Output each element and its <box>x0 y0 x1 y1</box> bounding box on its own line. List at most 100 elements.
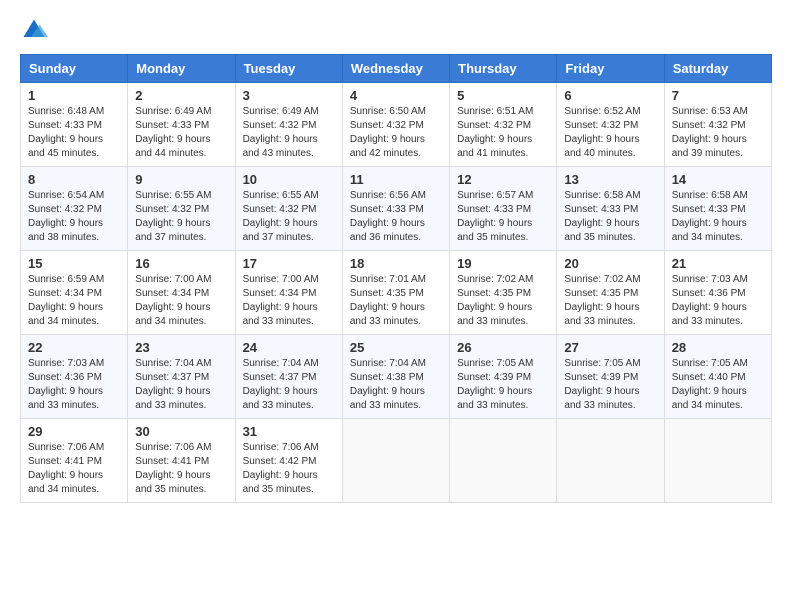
sunset-label: Sunset: 4:37 PM <box>243 372 317 383</box>
calendar-cell: 2 Sunrise: 6:49 AM Sunset: 4:33 PM Dayli… <box>128 83 235 167</box>
day-info: Sunrise: 6:49 AM Sunset: 4:32 PM Dayligh… <box>243 105 335 161</box>
day-info: Sunrise: 7:05 AM Sunset: 4:40 PM Dayligh… <box>672 357 764 413</box>
day-number: 25 <box>350 340 442 355</box>
day-info: Sunrise: 6:50 AM Sunset: 4:32 PM Dayligh… <box>350 105 442 161</box>
daylight-label: Daylight: 9 hours and 33 minutes. <box>457 386 532 411</box>
calendar-cell: 12 Sunrise: 6:57 AM Sunset: 4:33 PM Dayl… <box>450 167 557 251</box>
week-row-3: 15 Sunrise: 6:59 AM Sunset: 4:34 PM Dayl… <box>21 251 772 335</box>
day-number: 29 <box>28 424 120 439</box>
daylight-label: Daylight: 9 hours and 33 minutes. <box>564 386 639 411</box>
day-info: Sunrise: 6:55 AM Sunset: 4:32 PM Dayligh… <box>135 189 227 245</box>
sunset-label: Sunset: 4:32 PM <box>135 204 209 215</box>
calendar-cell: 13 Sunrise: 6:58 AM Sunset: 4:33 PM Dayl… <box>557 167 664 251</box>
sunset-label: Sunset: 4:34 PM <box>28 288 102 299</box>
daylight-label: Daylight: 9 hours and 33 minutes. <box>350 386 425 411</box>
day-number: 21 <box>672 256 764 271</box>
sunrise-label: Sunrise: 6:57 AM <box>457 190 533 201</box>
day-number: 23 <box>135 340 227 355</box>
day-number: 11 <box>350 172 442 187</box>
day-number: 1 <box>28 88 120 103</box>
daylight-label: Daylight: 9 hours and 35 minutes. <box>243 470 318 495</box>
header-friday: Friday <box>557 55 664 83</box>
sunrise-label: Sunrise: 7:03 AM <box>28 358 104 369</box>
calendar-cell: 11 Sunrise: 6:56 AM Sunset: 4:33 PM Dayl… <box>342 167 449 251</box>
daylight-label: Daylight: 9 hours and 44 minutes. <box>135 134 210 159</box>
daylight-label: Daylight: 9 hours and 33 minutes. <box>243 386 318 411</box>
sunset-label: Sunset: 4:39 PM <box>564 372 638 383</box>
sunset-label: Sunset: 4:35 PM <box>564 288 638 299</box>
sunset-label: Sunset: 4:32 PM <box>350 120 424 131</box>
sunrise-label: Sunrise: 7:05 AM <box>564 358 640 369</box>
day-number: 19 <box>457 256 549 271</box>
day-info: Sunrise: 7:06 AM Sunset: 4:41 PM Dayligh… <box>28 441 120 497</box>
calendar-cell: 10 Sunrise: 6:55 AM Sunset: 4:32 PM Dayl… <box>235 167 342 251</box>
day-number: 2 <box>135 88 227 103</box>
sunset-label: Sunset: 4:42 PM <box>243 456 317 467</box>
day-number: 10 <box>243 172 335 187</box>
header-monday: Monday <box>128 55 235 83</box>
sunrise-label: Sunrise: 6:48 AM <box>28 106 104 117</box>
calendar-cell: 29 Sunrise: 7:06 AM Sunset: 4:41 PM Dayl… <box>21 419 128 503</box>
daylight-label: Daylight: 9 hours and 45 minutes. <box>28 134 103 159</box>
calendar-cell: 17 Sunrise: 7:00 AM Sunset: 4:34 PM Dayl… <box>235 251 342 335</box>
daylight-label: Daylight: 9 hours and 35 minutes. <box>135 470 210 495</box>
header-sunday: Sunday <box>21 55 128 83</box>
sunset-label: Sunset: 4:33 PM <box>672 204 746 215</box>
sunset-label: Sunset: 4:33 PM <box>135 120 209 131</box>
sunset-label: Sunset: 4:33 PM <box>350 204 424 215</box>
day-info: Sunrise: 6:56 AM Sunset: 4:33 PM Dayligh… <box>350 189 442 245</box>
header-tuesday: Tuesday <box>235 55 342 83</box>
day-number: 5 <box>457 88 549 103</box>
sunset-label: Sunset: 4:41 PM <box>135 456 209 467</box>
daylight-label: Daylight: 9 hours and 33 minutes. <box>243 302 318 327</box>
day-number: 12 <box>457 172 549 187</box>
day-info: Sunrise: 6:59 AM Sunset: 4:34 PM Dayligh… <box>28 273 120 329</box>
sunset-label: Sunset: 4:32 PM <box>243 120 317 131</box>
calendar-cell: 16 Sunrise: 7:00 AM Sunset: 4:34 PM Dayl… <box>128 251 235 335</box>
sunrise-label: Sunrise: 7:06 AM <box>28 442 104 453</box>
sunset-label: Sunset: 4:34 PM <box>243 288 317 299</box>
sunset-label: Sunset: 4:32 PM <box>672 120 746 131</box>
calendar-cell <box>664 419 771 503</box>
page-header <box>20 16 772 44</box>
day-info: Sunrise: 7:06 AM Sunset: 4:42 PM Dayligh… <box>243 441 335 497</box>
calendar-cell: 28 Sunrise: 7:05 AM Sunset: 4:40 PM Dayl… <box>664 335 771 419</box>
sunrise-label: Sunrise: 7:03 AM <box>672 274 748 285</box>
header-wednesday: Wednesday <box>342 55 449 83</box>
sunrise-label: Sunrise: 6:54 AM <box>28 190 104 201</box>
daylight-label: Daylight: 9 hours and 34 minutes. <box>28 302 103 327</box>
sunrise-label: Sunrise: 6:55 AM <box>135 190 211 201</box>
sunrise-label: Sunrise: 6:55 AM <box>243 190 319 201</box>
daylight-label: Daylight: 9 hours and 33 minutes. <box>350 302 425 327</box>
day-info: Sunrise: 6:52 AM Sunset: 4:32 PM Dayligh… <box>564 105 656 161</box>
sunset-label: Sunset: 4:39 PM <box>457 372 531 383</box>
calendar-cell: 5 Sunrise: 6:51 AM Sunset: 4:32 PM Dayli… <box>450 83 557 167</box>
sunrise-label: Sunrise: 7:04 AM <box>135 358 211 369</box>
day-number: 14 <box>672 172 764 187</box>
daylight-label: Daylight: 9 hours and 37 minutes. <box>243 218 318 243</box>
day-number: 28 <box>672 340 764 355</box>
logo <box>20 16 52 44</box>
day-number: 13 <box>564 172 656 187</box>
sunset-label: Sunset: 4:38 PM <box>350 372 424 383</box>
calendar-cell: 30 Sunrise: 7:06 AM Sunset: 4:41 PM Dayl… <box>128 419 235 503</box>
daylight-label: Daylight: 9 hours and 39 minutes. <box>672 134 747 159</box>
calendar-cell: 25 Sunrise: 7:04 AM Sunset: 4:38 PM Dayl… <box>342 335 449 419</box>
day-info: Sunrise: 7:00 AM Sunset: 4:34 PM Dayligh… <box>135 273 227 329</box>
daylight-label: Daylight: 9 hours and 41 minutes. <box>457 134 532 159</box>
sunset-label: Sunset: 4:32 PM <box>243 204 317 215</box>
calendar-cell: 21 Sunrise: 7:03 AM Sunset: 4:36 PM Dayl… <box>664 251 771 335</box>
sunrise-label: Sunrise: 7:05 AM <box>672 358 748 369</box>
daylight-label: Daylight: 9 hours and 42 minutes. <box>350 134 425 159</box>
calendar-cell: 18 Sunrise: 7:01 AM Sunset: 4:35 PM Dayl… <box>342 251 449 335</box>
sunrise-label: Sunrise: 6:56 AM <box>350 190 426 201</box>
sunset-label: Sunset: 4:34 PM <box>135 288 209 299</box>
sunrise-label: Sunrise: 6:49 AM <box>243 106 319 117</box>
calendar-cell: 3 Sunrise: 6:49 AM Sunset: 4:32 PM Dayli… <box>235 83 342 167</box>
calendar-cell: 26 Sunrise: 7:05 AM Sunset: 4:39 PM Dayl… <box>450 335 557 419</box>
calendar-cell: 14 Sunrise: 6:58 AM Sunset: 4:33 PM Dayl… <box>664 167 771 251</box>
daylight-label: Daylight: 9 hours and 35 minutes. <box>457 218 532 243</box>
sunrise-label: Sunrise: 7:00 AM <box>243 274 319 285</box>
daylight-label: Daylight: 9 hours and 34 minutes. <box>28 470 103 495</box>
day-info: Sunrise: 6:57 AM Sunset: 4:33 PM Dayligh… <box>457 189 549 245</box>
